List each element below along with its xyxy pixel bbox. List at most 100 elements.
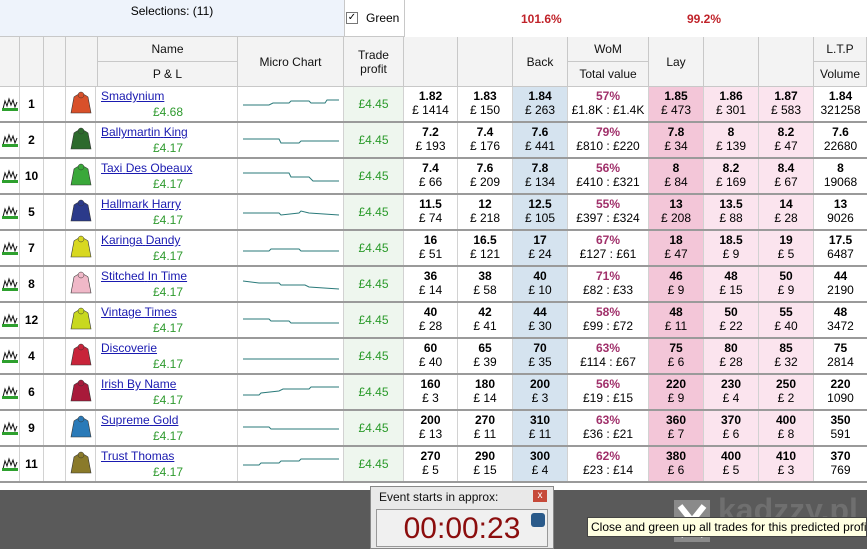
bar-chart-icon[interactable] [0, 195, 20, 229]
back-price-best[interactable]: 310 £ 11 [513, 411, 568, 445]
back-price-best[interactable]: 7.6 £ 441 [513, 123, 568, 157]
runner-row[interactable]: 11 Trust Thomas £4.17 £4.45 270 £ 5 290 £ … [0, 447, 867, 483]
lay-price-3[interactable]: 55 £ 40 [759, 303, 814, 337]
bar-chart-icon[interactable] [0, 123, 20, 157]
back-price-best[interactable]: 40 £ 10 [513, 267, 568, 301]
back-price-best[interactable]: 7.8 £ 134 [513, 159, 568, 193]
runner-name-cell[interactable]: Irish By Name £4.17 [98, 375, 238, 409]
back-price-2[interactable]: 1.83 £ 150 [458, 87, 513, 121]
col-volume-header[interactable]: Volume [814, 62, 867, 87]
lay-price-3[interactable]: 400 £ 8 [759, 411, 814, 445]
lay-price-2[interactable]: 8 £ 139 [704, 123, 759, 157]
back-price-3[interactable]: 160 £ 3 [404, 375, 458, 409]
green-toggle[interactable]: ✓ Green [345, 0, 405, 37]
runner-name-cell[interactable]: Smadynium £4.68 [98, 87, 238, 121]
lay-price-best[interactable]: 220 £ 9 [649, 375, 704, 409]
back-price-best[interactable]: 300 £ 4 [513, 447, 568, 481]
bar-chart-icon[interactable] [0, 447, 20, 481]
trade-profit-button[interactable]: £4.45 [344, 303, 404, 337]
lay-price-2[interactable]: 13.5 £ 88 [704, 195, 759, 229]
runner-name-cell[interactable]: Taxi Des Obeaux £4.17 [98, 159, 238, 193]
lay-price-3[interactable]: 8.4 £ 67 [759, 159, 814, 193]
lay-price-3[interactable]: 85 £ 32 [759, 339, 814, 373]
lay-price-2[interactable]: 370 £ 6 [704, 411, 759, 445]
runner-name-link[interactable]: Trust Thomas [101, 449, 174, 463]
lay-price-2[interactable]: 230 £ 4 [704, 375, 759, 409]
col-total-value-header[interactable]: Total value [568, 62, 649, 87]
back-price-3[interactable]: 40 £ 28 [404, 303, 458, 337]
runner-row[interactable]: 9 Supreme Gold £4.17 £4.45 200 £ 13 270 £ … [0, 411, 867, 447]
back-price-2[interactable]: 7.6 £ 209 [458, 159, 513, 193]
bar-chart-icon[interactable] [0, 231, 20, 265]
lay-price-3[interactable]: 410 £ 3 [759, 447, 814, 481]
back-price-3[interactable]: 11.5 £ 74 [404, 195, 458, 229]
lay-price-best[interactable]: 360 £ 7 [649, 411, 704, 445]
runner-name-link[interactable]: Supreme Gold [101, 413, 178, 427]
trade-profit-button[interactable]: £4.45 [344, 411, 404, 445]
back-price-2[interactable]: 16.5 £ 121 [458, 231, 513, 265]
runner-row[interactable]: 1 Smadynium £4.68 £4.45 1.82 £ 1414 1.83 £… [0, 87, 867, 123]
lay-price-2[interactable]: 80 £ 28 [704, 339, 759, 373]
lay-price-3[interactable]: 8.2 £ 47 [759, 123, 814, 157]
runner-name-cell[interactable]: Trust Thomas £4.17 [98, 447, 238, 481]
bar-chart-icon[interactable] [0, 159, 20, 193]
runner-row[interactable]: 5 Hallmark Harry £4.17 £4.45 11.5 £ 74 12… [0, 195, 867, 231]
col-name-header[interactable]: Name [98, 37, 238, 62]
runner-name-link[interactable]: Discoverie [101, 341, 157, 355]
back-price-3[interactable]: 200 £ 13 [404, 411, 458, 445]
runner-name-link[interactable]: Vintage Times [101, 305, 177, 319]
runner-row[interactable]: 2 Ballymartin King £4.17 £4.45 7.2 £ 193 … [0, 123, 867, 159]
bar-chart-icon[interactable] [0, 303, 20, 337]
col-pl-header[interactable]: P & L [98, 62, 238, 87]
back-price-2[interactable]: 42 £ 41 [458, 303, 513, 337]
runner-name-link[interactable]: Hallmark Harry [101, 197, 181, 211]
runner-row[interactable]: 10 Taxi Des Obeaux £4.17 £4.45 7.4 £ 66 7… [0, 159, 867, 195]
bar-chart-icon[interactable] [0, 267, 20, 301]
bar-chart-icon[interactable] [0, 411, 20, 445]
lay-price-best[interactable]: 48 £ 11 [649, 303, 704, 337]
back-price-2[interactable]: 7.4 £ 176 [458, 123, 513, 157]
bar-chart-icon[interactable] [0, 375, 20, 409]
runner-row[interactable]: 8 Stitched In Time £4.17 £4.45 36 £ 14 38… [0, 267, 867, 303]
bar-chart-icon[interactable] [0, 87, 20, 121]
col-microchart-header[interactable]: Micro Chart [238, 37, 344, 87]
runner-name-link[interactable]: Taxi Des Obeaux [101, 161, 192, 175]
lay-price-best[interactable]: 13 £ 208 [649, 195, 704, 229]
lay-price-2[interactable]: 400 £ 5 [704, 447, 759, 481]
back-price-3[interactable]: 60 £ 40 [404, 339, 458, 373]
back-price-2[interactable]: 270 £ 11 [458, 411, 513, 445]
green-checkbox[interactable]: ✓ [346, 12, 358, 24]
lay-price-3[interactable]: 50 £ 9 [759, 267, 814, 301]
back-price-best[interactable]: 200 £ 3 [513, 375, 568, 409]
pin-icon[interactable] [531, 513, 545, 527]
back-price-3[interactable]: 270 £ 5 [404, 447, 458, 481]
back-price-best[interactable]: 44 £ 30 [513, 303, 568, 337]
trade-profit-button[interactable]: £4.45 [344, 231, 404, 265]
lay-price-2[interactable]: 8.2 £ 169 [704, 159, 759, 193]
back-price-3[interactable]: 7.4 £ 66 [404, 159, 458, 193]
runner-name-cell[interactable]: Discoverie £4.17 [98, 339, 238, 373]
runner-name-link[interactable]: Ballymartin King [101, 125, 188, 139]
trade-profit-button[interactable]: £4.45 [344, 87, 404, 121]
runner-row[interactable]: 7 Karinga Dandy £4.17 £4.45 16 £ 51 16.5 £… [0, 231, 867, 267]
lay-price-best[interactable]: 7.8 £ 34 [649, 123, 704, 157]
runner-name-cell[interactable]: Hallmark Harry £4.17 [98, 195, 238, 229]
lay-price-2[interactable]: 50 £ 22 [704, 303, 759, 337]
runner-name-cell[interactable]: Vintage Times £4.17 [98, 303, 238, 337]
trade-profit-button[interactable]: £4.45 [344, 339, 404, 373]
trade-profit-button[interactable]: £4.45 [344, 375, 404, 409]
runner-row[interactable]: 4 Discoverie £4.17 £4.45 60 £ 40 65 £ 39 7… [0, 339, 867, 375]
runner-name-link[interactable]: Irish By Name [101, 377, 176, 391]
lay-price-3[interactable]: 1.87 £ 583 [759, 87, 814, 121]
runner-row[interactable]: 12 Vintage Times £4.17 £4.45 40 £ 28 42 £ … [0, 303, 867, 339]
lay-price-3[interactable]: 14 £ 28 [759, 195, 814, 229]
runner-name-cell[interactable]: Karinga Dandy £4.17 [98, 231, 238, 265]
runner-name-link[interactable]: Karinga Dandy [101, 233, 180, 247]
runner-row[interactable]: 6 Irish By Name £4.17 £4.45 160 £ 3 180 £ … [0, 375, 867, 411]
runner-name-cell[interactable]: Supreme Gold £4.17 [98, 411, 238, 445]
back-price-2[interactable]: 65 £ 39 [458, 339, 513, 373]
back-price-best[interactable]: 70 £ 35 [513, 339, 568, 373]
back-price-3[interactable]: 7.2 £ 193 [404, 123, 458, 157]
back-price-3[interactable]: 16 £ 51 [404, 231, 458, 265]
back-price-2[interactable]: 180 £ 14 [458, 375, 513, 409]
